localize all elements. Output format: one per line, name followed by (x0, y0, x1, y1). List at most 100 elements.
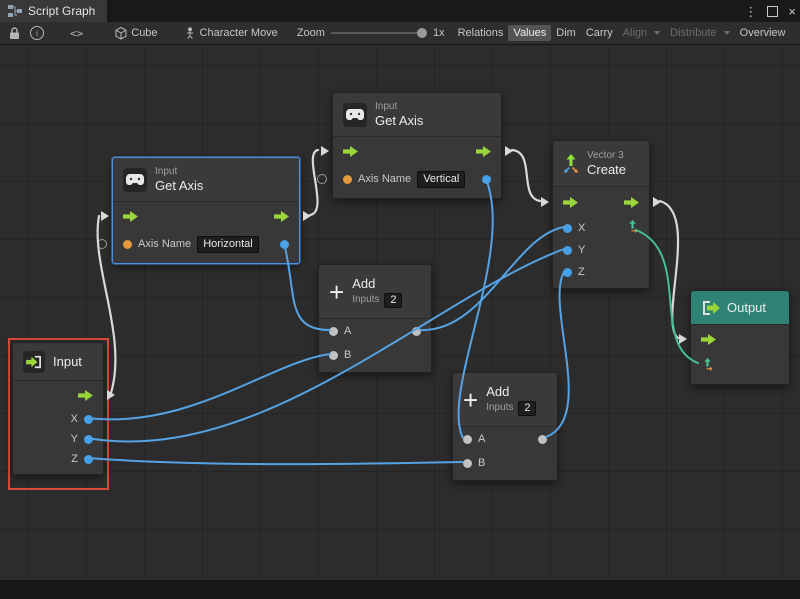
zoom-slider-handle[interactable] (417, 28, 427, 38)
port-row-z: Z (553, 261, 649, 283)
inputs-count-field[interactable]: 2 (384, 293, 402, 308)
graph-toolbar: i <> Cube Character Move Zoom 1x Relatio… (0, 22, 800, 45)
flow-in-port[interactable] (679, 334, 687, 344)
node-title: Create (587, 162, 626, 177)
distribute-label: Distribute (670, 27, 716, 39)
sum-output-port[interactable] (412, 327, 421, 336)
a-input-port[interactable] (329, 327, 338, 336)
port-label-a: A (344, 325, 351, 337)
carry-button[interactable]: Carry (581, 25, 618, 41)
node-get-axis-vertical[interactable]: Input Get Axis Axis Name Vertical (332, 92, 502, 199)
x-input-port[interactable] (563, 224, 572, 233)
node-get-axis-horizontal[interactable]: Input Get Axis Axis Name Horizontal (112, 157, 300, 264)
vector-input-port[interactable] (701, 358, 714, 374)
values-label: Values (513, 27, 546, 39)
node-header: + Add Inputs 2 (453, 373, 557, 427)
flow-out-port[interactable] (303, 211, 311, 221)
values-button[interactable]: Values (508, 25, 551, 41)
node-header: + Add Inputs 2 (319, 265, 431, 319)
port-label-x: X (71, 413, 78, 425)
b-input-port[interactable] (463, 459, 472, 468)
y-input-port[interactable] (563, 246, 572, 255)
axis-name-input-port[interactable] (123, 240, 132, 249)
flow-row (553, 187, 649, 217)
vector-input-row (691, 353, 789, 379)
axis-name-input-port[interactable] (343, 175, 352, 184)
node-title: Input (53, 354, 82, 369)
z-input-port[interactable] (563, 268, 572, 277)
node-input[interactable]: Input X Y Z (12, 342, 104, 475)
kebab-menu-icon[interactable]: ⋮ (744, 5, 757, 18)
flow-in-port[interactable] (321, 146, 329, 156)
axis-name-field[interactable]: Vertical (417, 171, 465, 188)
param-row: Axis Name Vertical (333, 165, 501, 193)
close-icon[interactable]: × (788, 5, 796, 18)
flow-in-port[interactable] (541, 197, 549, 207)
port-row-y: Y (553, 239, 649, 261)
lock-button[interactable] (4, 25, 25, 42)
sum-output-port[interactable] (538, 435, 547, 444)
flow-row (13, 381, 103, 409)
gamepad-icon (343, 103, 367, 127)
port-row-x: X (553, 217, 649, 239)
plus-icon: + (463, 388, 478, 412)
info-icon: i (30, 26, 44, 40)
vector-output-port[interactable] (626, 220, 639, 236)
x-output-port[interactable] (84, 415, 93, 424)
port-label-a: A (478, 433, 485, 445)
flow-out-port[interactable] (653, 197, 661, 207)
port-label-y: Y (578, 244, 585, 256)
zoom-slider-track[interactable] (331, 32, 427, 34)
flow-out-port[interactable] (505, 146, 513, 156)
value-output-port[interactable] (482, 175, 491, 184)
flow-in-port[interactable] (101, 211, 109, 221)
align-dropdown[interactable]: Align (618, 25, 665, 41)
chevron-down-icon (654, 31, 660, 35)
code-preview-button[interactable]: <> (65, 25, 88, 42)
info-button[interactable]: i (25, 24, 49, 42)
flow-in-arrow-icon (343, 146, 358, 157)
port-row-b: B (319, 343, 431, 367)
value-input-port[interactable] (97, 239, 107, 249)
port-label-z: Z (578, 266, 585, 278)
node-header: Input Get Axis (113, 158, 299, 202)
overview-button[interactable]: Overview (735, 25, 791, 41)
relations-button[interactable]: Relations (453, 25, 509, 41)
node-category: Input (375, 101, 423, 113)
b-input-port[interactable] (329, 351, 338, 360)
vector-gizmo-icon (626, 220, 639, 233)
node-output[interactable]: Output (690, 290, 790, 385)
zoom-slider[interactable] (331, 27, 427, 39)
value-output-port[interactable] (280, 240, 289, 249)
cube-breadcrumb[interactable]: Cube (110, 25, 162, 42)
lock-icon (9, 27, 20, 40)
node-header: Input Get Axis (333, 93, 501, 137)
vector3-icon (561, 154, 581, 174)
y-output-port[interactable] (84, 435, 93, 444)
chevron-down-icon (724, 31, 730, 35)
character-move-breadcrumb[interactable]: Character Move (179, 25, 283, 41)
value-input-port[interactable] (317, 174, 327, 184)
port-label-z: Z (71, 453, 78, 465)
tab-script-graph[interactable]: Script Graph (0, 0, 107, 22)
maximize-icon[interactable] (767, 6, 778, 17)
flow-out-port[interactable] (107, 390, 115, 400)
node-vector3-create[interactable]: Vector 3 Create X Y Z (552, 140, 650, 289)
plus-icon: + (329, 280, 344, 304)
cube-label: Cube (131, 27, 157, 39)
tab-title: Script Graph (28, 4, 95, 18)
inputs-count-field[interactable]: 2 (518, 401, 536, 416)
dim-button[interactable]: Dim (551, 25, 581, 41)
node-add-1[interactable]: + Add Inputs 2 A B (318, 264, 432, 373)
param-label: Axis Name (138, 238, 191, 250)
node-header: Output (691, 291, 789, 325)
node-add-2[interactable]: + Add Inputs 2 A B (452, 372, 558, 481)
flow-in-arrow-icon (701, 334, 716, 345)
z-output-port[interactable] (84, 455, 93, 464)
param-label: Axis Name (358, 173, 411, 185)
distribute-dropdown[interactable]: Distribute (665, 25, 734, 41)
inputs-label: Inputs (486, 402, 513, 414)
a-input-port[interactable] (463, 435, 472, 444)
axis-name-field[interactable]: Horizontal (197, 236, 259, 253)
port-label-b: B (478, 457, 485, 469)
